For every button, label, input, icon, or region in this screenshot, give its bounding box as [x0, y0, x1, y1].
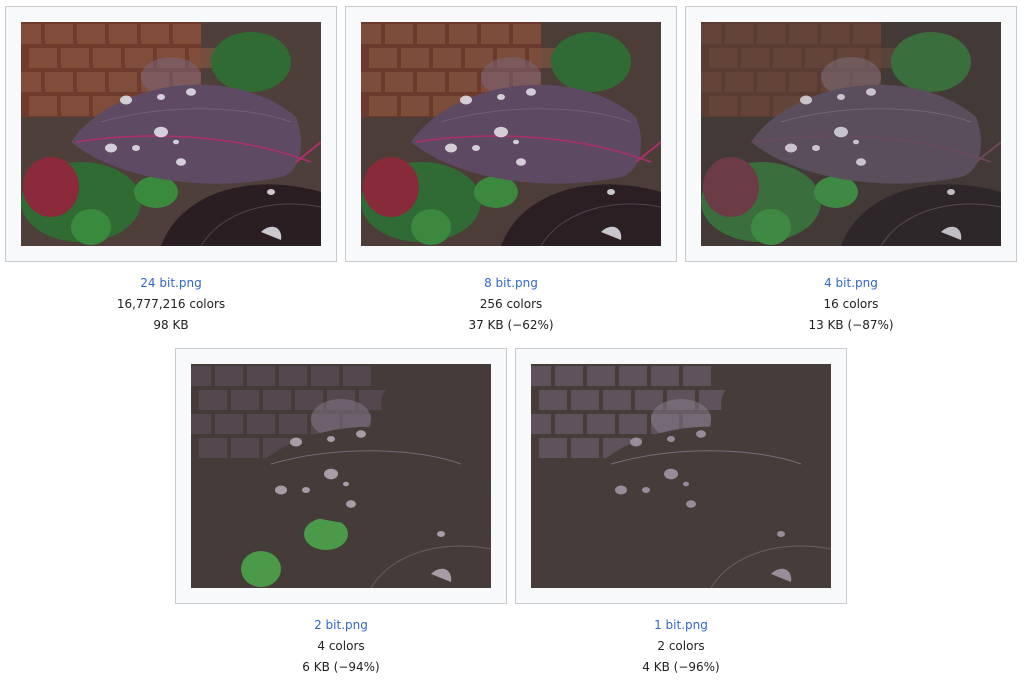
thumbnail-image[interactable]: [361, 22, 661, 246]
thumbnail-frame: [175, 348, 507, 604]
file-size: 98 KB: [153, 318, 189, 332]
thumbnail-frame: [685, 6, 1017, 262]
gallery-caption: 8 bit.png 256 colors 37 KB (−62%): [345, 273, 677, 336]
file-size: 4 KB (−96%): [642, 660, 720, 674]
color-count: 256 colors: [479, 297, 543, 311]
thumbnail-image[interactable]: [531, 364, 831, 588]
color-count: 2 colors: [657, 639, 705, 653]
thumbnail-frame: [345, 6, 677, 262]
color-count: 4 colors: [317, 639, 365, 653]
color-count: 16 colors: [823, 297, 879, 311]
thumbnail-image[interactable]: [21, 22, 321, 246]
file-size: 6 KB (−94%): [302, 660, 380, 674]
thumbnail-image[interactable]: [191, 364, 491, 588]
gallery-caption: 24 bit.png 16,777,216 colors 98 KB: [5, 273, 337, 336]
file-link[interactable]: 24 bit.png: [140, 276, 201, 290]
file-size: 37 KB (−62%): [468, 318, 554, 332]
gallery-item: 4 bit.png 16 colors 13 KB (−87%): [685, 6, 1017, 336]
thumbnail-frame: [5, 6, 337, 262]
gallery-item: 8 bit.png 256 colors 37 KB (−62%): [345, 6, 677, 336]
gallery-caption: 1 bit.png 2 colors 4 KB (−96%): [515, 615, 847, 678]
file-size: 13 KB (−87%): [808, 318, 894, 332]
file-link[interactable]: 2 bit.png: [314, 618, 368, 632]
gallery-item: 1 bit.png 2 colors 4 KB (−96%): [515, 348, 847, 678]
file-link[interactable]: 4 bit.png: [824, 276, 878, 290]
gallery-item: 24 bit.png 16,777,216 colors 98 KB: [5, 6, 337, 336]
gallery-caption: 2 bit.png 4 colors 6 KB (−94%): [175, 615, 507, 678]
thumbnail-image[interactable]: [701, 22, 1001, 246]
color-count: 16,777,216 colors: [116, 297, 226, 311]
file-link[interactable]: 1 bit.png: [654, 618, 708, 632]
image-gallery: 24 bit.png 16,777,216 colors 98 KB 8 bit…: [0, 0, 1024, 693]
gallery-caption: 4 bit.png 16 colors 13 KB (−87%): [685, 273, 1017, 336]
gallery-item: 2 bit.png 4 colors 6 KB (−94%): [175, 348, 507, 678]
thumbnail-frame: [515, 348, 847, 604]
file-link[interactable]: 8 bit.png: [484, 276, 538, 290]
